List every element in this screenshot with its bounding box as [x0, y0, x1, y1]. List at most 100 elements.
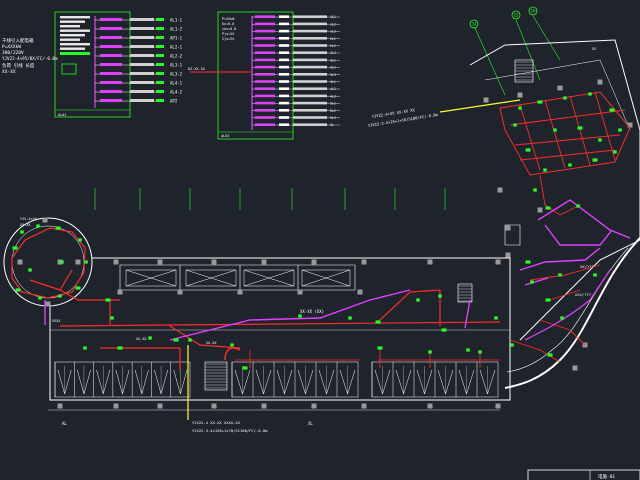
panel-b-breaker — [255, 94, 275, 98]
panel-b-feeder-label: 3L3 — [330, 73, 336, 77]
equipment-symbol — [593, 273, 597, 277]
equipment-symbol — [188, 338, 192, 342]
column — [75, 259, 81, 265]
equipment-symbol — [588, 92, 592, 96]
panel-a-feeder-label: AL1-2 — [170, 27, 183, 32]
equipment-symbol — [83, 346, 87, 350]
panel-b-breaker — [255, 87, 275, 90]
panel-a-cable-spec — [130, 45, 154, 48]
cad-drawing-canvas[interactable]: AL01 AL1-1 AL1-2 AP1-1 AL2-1 AL2-2 AL3-1 AL3-2… — [0, 0, 640, 480]
panel-b-feeder-label: 5L3 — [330, 116, 336, 120]
equipment-symbol — [117, 346, 123, 350]
grid-bubble-16-label: 16 — [531, 9, 536, 14]
panel-b-rating — [279, 58, 289, 62]
lobby-label: XXX/??? — [575, 292, 591, 297]
panel-b-cable-spec — [293, 73, 327, 76]
panel-a-spec-text — [60, 43, 90, 46]
panel-a-cable-spec — [130, 18, 154, 21]
panel-b-cable-spec — [293, 94, 327, 98]
column — [311, 403, 317, 409]
equipment-symbol — [510, 343, 514, 347]
supply-note-line-2: P=XXXkW — [2, 44, 21, 50]
panel-a-spec-text — [60, 29, 90, 32]
equipment-symbol — [545, 298, 551, 302]
panel-b-rating — [279, 22, 289, 26]
equipment-symbol — [494, 316, 498, 320]
panel-b-rating — [279, 73, 289, 76]
panel-b-cable-spec — [293, 29, 327, 33]
equipment-symbol — [298, 314, 302, 318]
panel-b-rating — [279, 116, 289, 119]
equipment-symbol — [466, 348, 470, 352]
equipment-symbol — [416, 298, 420, 302]
column — [261, 259, 267, 265]
equipment-symbol — [563, 96, 567, 100]
panel-a-feeder-label: AL4-2 — [170, 90, 183, 95]
equipment-symbol — [553, 128, 557, 132]
equipment-symbol — [75, 286, 81, 290]
panel-b-cable-spec — [293, 37, 327, 40]
panel-a-load-mark — [156, 99, 164, 102]
column — [261, 403, 267, 409]
equipment-symbol — [533, 188, 537, 192]
panel-a-spec-text — [60, 34, 85, 37]
equipment-symbol — [560, 316, 564, 320]
panel-b-feeder-label: 2L2 — [330, 44, 336, 48]
supply-note-line-5: 负荷 引线 长度 — [2, 62, 35, 69]
panel-a-feeder-label: AL4-1 — [170, 81, 183, 86]
equipment-symbol — [525, 148, 531, 152]
tower-label-b: XX-XX — [20, 223, 31, 227]
panel-b-cable-spec — [293, 51, 327, 54]
panel-b-rating — [279, 94, 289, 98]
column — [157, 403, 163, 409]
room-label: XX-XX — [136, 337, 147, 341]
panel-b-cable-spec — [293, 123, 327, 126]
panel-b-feeder-label: 4L3 — [330, 94, 336, 98]
stair-label: XX-XX — [206, 341, 217, 345]
column — [297, 289, 303, 295]
panel-b-cable-spec — [293, 80, 327, 83]
panel-b-rating — [279, 101, 289, 105]
panel-b-feeder-label: 2L3 — [330, 51, 336, 55]
panel-a-spec-text — [60, 20, 85, 23]
panel-a-load-mark — [156, 45, 164, 48]
column — [57, 403, 63, 409]
equipment-symbol — [20, 230, 24, 234]
panel-a-feeder-label: AL3-2 — [170, 72, 183, 77]
panel-b-breaker — [255, 116, 275, 119]
equipment-symbol — [577, 126, 583, 130]
equipment-symbol — [78, 238, 82, 242]
panel-a-breaker — [100, 90, 122, 93]
bottom-mid-label: XL — [308, 421, 313, 426]
equipment-symbol — [38, 296, 42, 300]
panel-b-breaker — [255, 65, 275, 69]
equipment-symbol — [148, 336, 152, 340]
equipment-symbol — [58, 294, 62, 298]
panel-a-load-mark — [156, 54, 164, 57]
panel-b-breaker — [255, 37, 275, 40]
column — [517, 92, 523, 98]
column — [495, 259, 501, 265]
column — [597, 79, 603, 85]
panel-a-cable-spec — [130, 54, 154, 57]
panel-b-cable-spec — [293, 109, 327, 112]
equipment-symbol — [173, 338, 179, 342]
column — [497, 187, 503, 193]
equipment-symbol — [55, 226, 61, 230]
panel-b-breaker — [255, 15, 275, 18]
panel-b-feeder-label: AL — [330, 123, 334, 127]
panel-b-rating — [279, 80, 289, 83]
panel-a-footer: AL01 — [58, 113, 66, 117]
panel-b-rating — [279, 109, 289, 112]
panel-a-load-mark — [156, 36, 164, 39]
curve-label: XX/??? — [580, 264, 594, 269]
equipment-symbol — [598, 138, 602, 142]
equipment-symbol — [60, 260, 64, 264]
equipment-symbol — [513, 123, 517, 127]
tower-label-a: YJV-4×XX — [20, 217, 38, 221]
equipment-symbol — [28, 268, 32, 272]
panel-a-spec-text — [60, 25, 80, 28]
equipment-symbol — [592, 158, 598, 162]
equipment-symbol — [84, 260, 88, 264]
column — [572, 365, 578, 371]
